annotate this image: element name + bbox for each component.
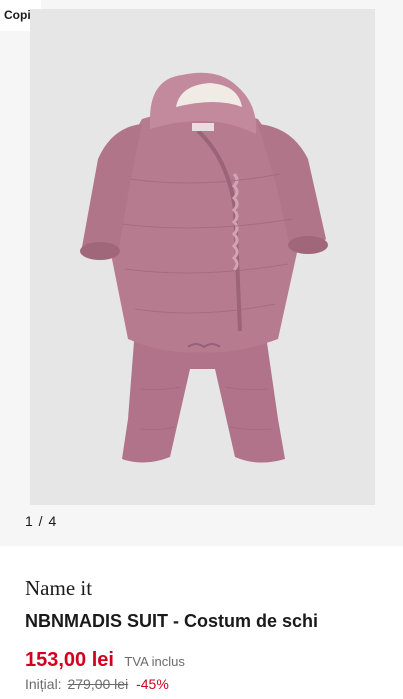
image-counter: 1 / 4 [25,513,58,529]
brand-name[interactable]: Name it [25,576,92,601]
vat-label: TVA inclus [124,654,185,669]
current-price: 153,00 lei [25,649,114,671]
product-title: NBNMADIS SUIT - Costum de schi [25,611,319,631]
brand-tag [192,123,214,131]
product-image-frame[interactable] [30,9,375,505]
product-gallery[interactable]: Copii 1 / 4 [0,0,403,544]
discount-badge: -45% [136,676,169,692]
product-image[interactable] [30,9,375,505]
left-cuff [80,242,120,260]
original-price-label: Inițial: [25,676,62,692]
right-cuff [288,236,328,254]
price-row: 153,00 lei TVA inclus [25,649,185,672]
original-price-row: Inițial: 279,00 lei -45% [25,676,169,692]
product-info: Name it NBNMADIS SUIT - Costum de schi 1… [0,546,403,699]
original-price: 279,00 lei [67,676,129,692]
